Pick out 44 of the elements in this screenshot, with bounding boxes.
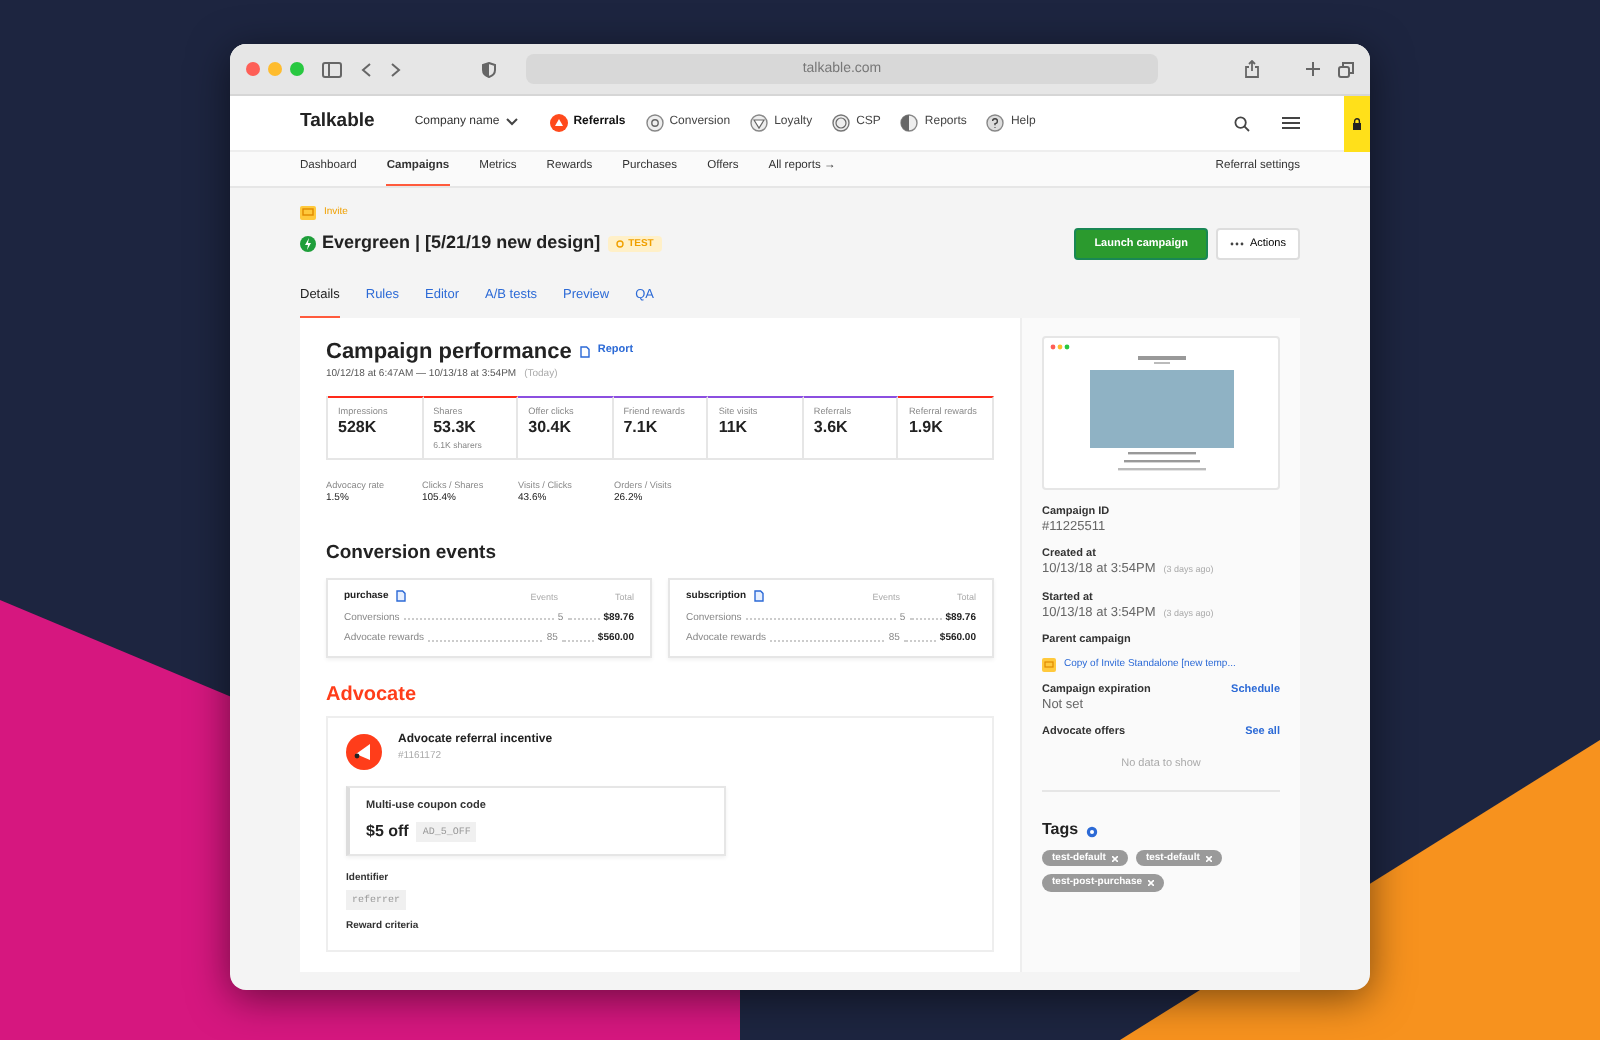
circle-icon	[832, 114, 851, 132]
shield-icon	[482, 61, 496, 77]
window-dots-icon	[1050, 343, 1074, 350]
document-icon	[754, 590, 765, 603]
section-title: Tags	[1042, 820, 1079, 842]
section-title: Advocate	[326, 681, 419, 708]
logo-placeholder-icon	[1137, 353, 1185, 366]
status-ring-icon	[616, 239, 625, 248]
logo[interactable]: Talkable	[300, 110, 375, 136]
caret-icon	[505, 118, 518, 127]
metric-value: 528K	[338, 418, 379, 440]
share-icon[interactable]	[1244, 60, 1260, 78]
document-icon	[579, 345, 590, 358]
remove-icon[interactable]	[1111, 855, 1118, 862]
section-title: Conversion events	[326, 541, 498, 567]
metric-value: 3.6K	[813, 418, 850, 440]
document-icon	[396, 590, 407, 603]
metric-value: 7.1K	[623, 418, 660, 440]
coupon-amount: $5 off	[366, 821, 409, 843]
sidebar-icon[interactable]	[322, 61, 342, 77]
help-icon	[986, 114, 1005, 132]
new-tab-icon[interactable]	[1306, 62, 1320, 76]
menu-icon[interactable]	[1282, 116, 1300, 130]
section-title: Campaign performance	[326, 337, 572, 366]
megaphone-icon	[346, 733, 382, 770]
remove-icon[interactable]	[1148, 880, 1155, 887]
more-icon	[1229, 242, 1244, 247]
gear-icon[interactable]	[1086, 825, 1099, 838]
campaign-type-icon	[300, 206, 316, 220]
campaign-title: Evergreen | [5/21/19 new design]	[322, 232, 601, 256]
search-icon[interactable]	[1234, 115, 1250, 131]
metric-value: 11K	[718, 418, 750, 440]
remove-icon[interactable]	[1205, 855, 1212, 862]
lock-icon[interactable]	[1352, 117, 1362, 129]
back-icon[interactable]	[360, 61, 372, 77]
metric-value: 53.3K	[433, 418, 478, 440]
metric-value: 30.4K	[528, 418, 574, 440]
metric-value: 1.9K	[908, 418, 945, 440]
forward-icon[interactable]	[390, 61, 402, 77]
campaign-type-icon	[1042, 657, 1056, 672]
megaphone-icon	[549, 114, 568, 132]
bolt-icon	[300, 236, 316, 253]
tabs-icon[interactable]	[1338, 61, 1354, 77]
photo-placeholder	[1089, 369, 1233, 448]
